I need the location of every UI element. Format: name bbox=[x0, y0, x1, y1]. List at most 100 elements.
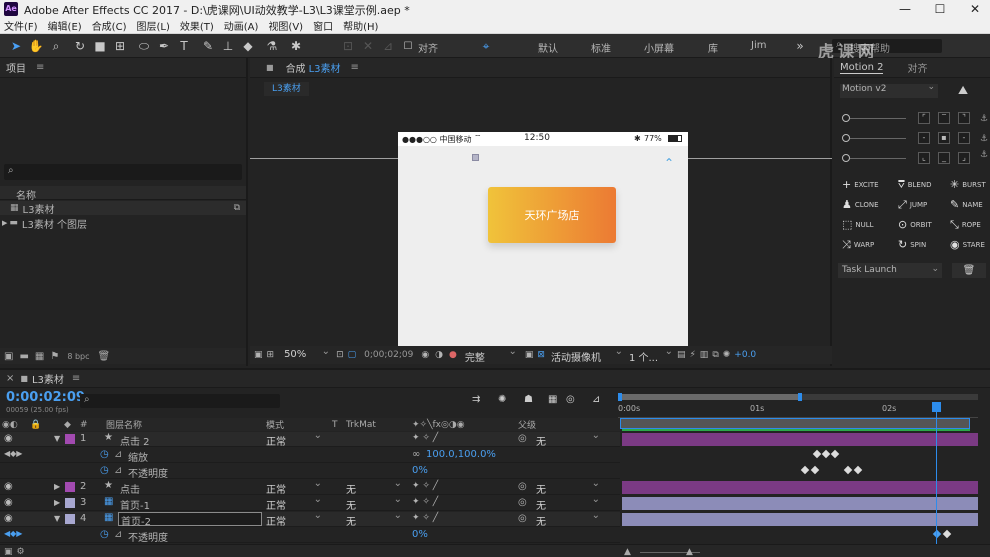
menu-composition[interactable]: 合成(C) bbox=[92, 18, 127, 33]
keyframe[interactable] bbox=[821, 449, 831, 459]
menu-view[interactable]: 视图(V) bbox=[268, 18, 303, 33]
composition-flow-tab[interactable]: L3素材 bbox=[264, 82, 309, 96]
pickwhip-icon[interactable]: ◎ bbox=[518, 497, 527, 508]
toggle-transparency-icon[interactable]: ▣ bbox=[525, 350, 534, 360]
motion-graph-icon[interactable]: ⛰ bbox=[958, 83, 968, 98]
graph-icon[interactable]: ⊿ bbox=[114, 465, 122, 476]
draft-3d-icon[interactable]: ✺ bbox=[498, 394, 506, 405]
anchor-top[interactable]: ‾ bbox=[938, 112, 950, 124]
visibility-icon[interactable]: ◉◐ bbox=[2, 420, 18, 430]
rope-button[interactable]: ⤡ ROPE bbox=[950, 218, 981, 232]
timeline-layer-row[interactable]: ◉ ▶ 2 ★ 点击 正常 无 ✦ ✧ ╱ ◎ 无 bbox=[0, 478, 620, 496]
clone-stamp-tool-icon[interactable]: ⊥ bbox=[220, 38, 236, 54]
flowchart-icon[interactable]: ⧉ bbox=[234, 203, 240, 213]
viewer-timecode[interactable]: 0;00;02;09 bbox=[364, 350, 413, 360]
keyframe[interactable] bbox=[830, 449, 840, 459]
eye-icon[interactable]: ◉ bbox=[4, 481, 13, 492]
frame-blending-icon[interactable]: ▦ bbox=[548, 394, 557, 405]
warp-button[interactable]: ⤨ WARP bbox=[842, 238, 874, 252]
camera-tool-icon[interactable]: ■ bbox=[92, 38, 108, 54]
interpret-footage-icon[interactable]: ▣ bbox=[4, 351, 13, 362]
playhead-handle[interactable] bbox=[932, 402, 941, 412]
switches-icons[interactable]: ✦ ✧ ╱ bbox=[412, 513, 438, 523]
parent-dropdown[interactable]: 无 bbox=[536, 510, 600, 528]
task-launch-dropdown[interactable]: Task Launch ⌄ bbox=[838, 263, 942, 278]
switches-icons[interactable]: ✦✧╲fx◎◑◉ bbox=[412, 420, 465, 430]
mask-icon[interactable]: ⊞ bbox=[267, 350, 275, 360]
keyframe[interactable] bbox=[800, 465, 810, 475]
pen-tool-icon[interactable]: ✒ bbox=[156, 38, 172, 54]
switches-icons[interactable]: ✦ ✧ ╱ bbox=[412, 433, 438, 443]
anchor-center[interactable]: ▪ bbox=[938, 132, 950, 144]
timeline-comp-tab[interactable]: L3素材 bbox=[32, 371, 64, 386]
zoom-dropdown[interactable]: 50% bbox=[282, 346, 330, 361]
close-tab-icon[interactable]: × bbox=[6, 373, 14, 384]
keyframe[interactable] bbox=[942, 529, 952, 539]
project-search-input[interactable]: ⌕ bbox=[4, 164, 242, 180]
zoom-out-icon[interactable]: ▲ bbox=[624, 547, 631, 557]
label-color-swatch[interactable] bbox=[65, 498, 75, 508]
graph-icon[interactable]: ⊿ bbox=[114, 529, 122, 540]
slider-track[interactable] bbox=[850, 158, 906, 159]
slider-knob[interactable] bbox=[842, 114, 850, 122]
maximize-icon[interactable]: ☐ bbox=[925, 0, 955, 18]
pickwhip-icon[interactable]: ◎ bbox=[518, 481, 527, 492]
ellipse-tool-icon[interactable]: ⬭ bbox=[136, 38, 152, 54]
slider-knob[interactable] bbox=[842, 134, 850, 142]
current-timecode[interactable]: 0:00:02:09 bbox=[6, 390, 85, 405]
excite-button[interactable]: + EXCITE bbox=[842, 178, 879, 191]
orbit-button[interactable]: ⊙ ORBIT bbox=[898, 218, 932, 231]
new-composition-icon[interactable]: ▦ bbox=[35, 351, 44, 362]
workspace-overflow-icon[interactable]: » bbox=[792, 38, 808, 54]
switches-icons[interactable]: ✦ ✧ ╱ bbox=[412, 481, 438, 491]
burst-button[interactable]: ✳ BURST bbox=[950, 178, 986, 191]
motion-blur-icon[interactable]: ◎ bbox=[566, 394, 575, 405]
parent-dropdown[interactable]: 无 bbox=[536, 478, 600, 496]
workspace-small-screen[interactable]: 小屏幕 bbox=[644, 40, 674, 55]
menu-animation[interactable]: 动画(A) bbox=[224, 18, 259, 33]
anchor-bottom-left[interactable]: ⌞ bbox=[918, 152, 930, 164]
menu-layer[interactable]: 图层(L) bbox=[136, 18, 169, 33]
trash-icon[interactable]: 🗑 bbox=[98, 351, 111, 362]
property-row[interactable]: ◀◆▶ ◷ ⊿ 不透明度 0% bbox=[0, 528, 620, 544]
layer-bar[interactable] bbox=[622, 481, 978, 494]
anchor-bottom-right[interactable]: ⌟ bbox=[958, 152, 970, 164]
world-axis-icon[interactable]: ✕ bbox=[360, 38, 376, 54]
column-trkmat[interactable]: TrkMat bbox=[346, 420, 376, 430]
trkmat-dropdown[interactable]: 无 bbox=[346, 510, 402, 528]
region-icon[interactable]: ▢ bbox=[348, 350, 357, 360]
timeline-layer-row[interactable]: ◉ ▼ 1 ★ 点击 2 正常 ✦ ✧ ╱ ◎ 无 bbox=[0, 430, 620, 448]
pin-icon[interactable]: ⚓ bbox=[980, 150, 988, 160]
layer-bar[interactable] bbox=[622, 433, 978, 446]
comp-flow-icon[interactable]: ⇉ bbox=[472, 394, 480, 405]
tab-motion[interactable]: Motion 2 bbox=[840, 62, 884, 74]
anchor-top-left[interactable]: ⌜ bbox=[918, 112, 930, 124]
layer-bar[interactable] bbox=[622, 497, 978, 510]
label-color-swatch[interactable] bbox=[65, 514, 75, 524]
timeline-layer-row[interactable]: ◉ ▶ 3 ▦ 首页-1 正常 无 ✦ ✧ ╱ ◎ 无 bbox=[0, 494, 620, 512]
trkmat-dropdown[interactable]: 无 bbox=[346, 494, 402, 512]
property-value[interactable]: 0% bbox=[412, 529, 428, 540]
expand-arrow-icon[interactable]: ▶ bbox=[54, 482, 60, 491]
quality-dropdown[interactable]: 完整 bbox=[465, 346, 517, 364]
fast-preview-icon[interactable]: ⚡ bbox=[689, 350, 695, 360]
keyframe[interactable] bbox=[843, 465, 853, 475]
workspace-default[interactable]: 默认 bbox=[538, 40, 558, 55]
slider-track[interactable] bbox=[850, 138, 906, 139]
collapse-arrow-icon[interactable]: ▼ bbox=[54, 514, 60, 523]
trkmat-dropdown[interactable]: 无 bbox=[346, 478, 402, 496]
anchor-point-marker[interactable] bbox=[472, 154, 479, 161]
timeline-icon[interactable]: ▥ bbox=[700, 350, 709, 360]
minimize-icon[interactable]: — bbox=[890, 0, 920, 18]
lock-icon[interactable]: 🔒 bbox=[30, 420, 41, 430]
trash-icon[interactable]: 🗑 bbox=[952, 263, 986, 278]
eraser-tool-icon[interactable]: ◆ bbox=[240, 38, 256, 54]
timeline-search-input[interactable]: ⌕ bbox=[80, 394, 280, 408]
menu-effect[interactable]: 效果(T) bbox=[180, 18, 214, 33]
time-navigator[interactable] bbox=[620, 418, 970, 429]
menu-window[interactable]: 窗口 bbox=[313, 18, 333, 33]
panel-menu-icon[interactable]: ≡ bbox=[351, 62, 359, 73]
label-icon[interactable]: ◆ bbox=[64, 420, 71, 430]
always-preview-icon[interactable]: ▣ bbox=[254, 350, 263, 360]
new-folder-icon[interactable]: ▬ bbox=[19, 351, 28, 362]
